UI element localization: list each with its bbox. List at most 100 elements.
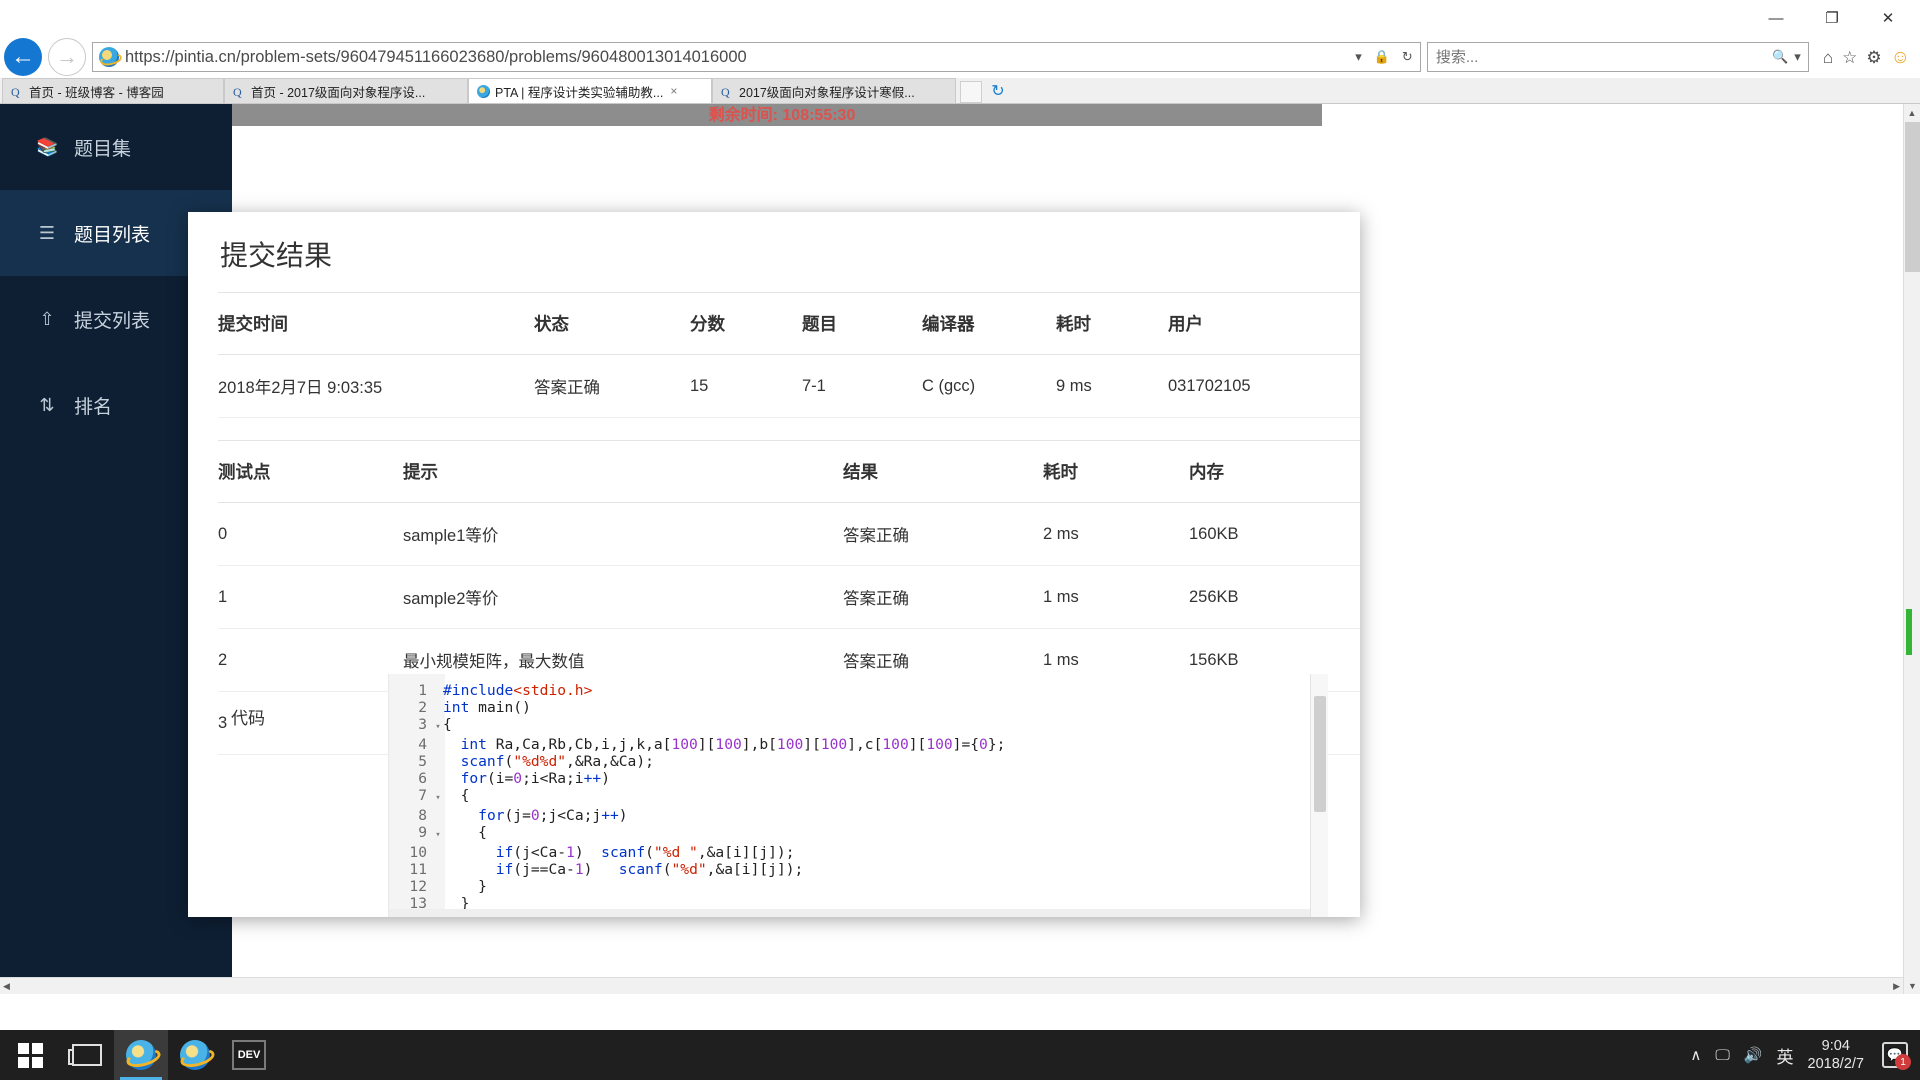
clock-time: 9:04 <box>1821 1038 1850 1054</box>
col-header-memory: 内存 <box>1189 440 1360 503</box>
sort-icon: ⇅ <box>39 394 55 415</box>
volume-icon[interactable]: 🔊 <box>1744 1046 1763 1064</box>
browser-tab-3-title: PTA | 程序设计类实验辅助教... <box>495 85 664 100</box>
scroll-right-arrow-icon[interactable]: ▶ <box>1893 981 1900 992</box>
upload-icon: ⇧ <box>39 308 55 329</box>
col-header-tp-duration: 耗时 <box>1043 440 1189 503</box>
cell-testpoint-memory: 160KB <box>1189 502 1360 566</box>
browser-titlebar: — ❐ ✕ <box>0 0 1920 36</box>
code-section: 代码 1 #include<stdio.h> 2 int main() 3 ▾{ 4 … <box>218 674 1360 917</box>
col-header-compiler: 编译器 <box>922 292 1056 355</box>
taskbar-app-dev-cpp[interactable]: DEV <box>222 1030 276 1080</box>
tab-close-icon[interactable]: × <box>670 84 677 98</box>
browser-tabstrip: 首页 - 班级博客 - 博客园 首页 - 2017级面向对象程序设... PTA… <box>0 78 1920 104</box>
table-row: 1 sample2等价 答案正确 1 ms 256KB <box>218 565 1360 629</box>
sidebar-item-problem-list-label: 题目列表 <box>74 224 151 246</box>
browser-tab-2[interactable]: 首页 - 2017级面向对象程序设... <box>224 78 468 103</box>
search-box[interactable]: 🔍 ▾ <box>1426 42 1809 72</box>
code-vertical-scrollbar[interactable] <box>1310 674 1328 917</box>
countdown-label: 剩余时间: 108:55:30 <box>708 107 856 124</box>
testpoint-table-header-row: 测试点 提示 结果 耗时 内存 <box>218 440 1360 503</box>
cell-score: 15 <box>690 354 802 418</box>
favorites-icon[interactable]: ☆ <box>1842 49 1857 66</box>
cell-compiler: C (gcc) <box>922 354 1056 418</box>
address-bar-text[interactable]: https://pintia.cn/problem-sets/960479451… <box>125 48 1346 67</box>
minimize-button[interactable]: — <box>1748 0 1804 36</box>
tab-refresh-icon[interactable]: ↻ <box>986 79 1010 103</box>
address-bar[interactable]: https://pintia.cn/problem-sets/960479451… <box>92 42 1421 72</box>
cell-testpoint-duration: 2 ms <box>1043 502 1189 566</box>
tray-chevron-up-icon[interactable]: ∧ <box>1690 1046 1701 1064</box>
taskbar-app-internet-explorer-2[interactable] <box>168 1030 222 1080</box>
problem-link[interactable]: 7-1 <box>802 354 922 418</box>
cell-submit-time: 2018年2月7日 9:03:35 <box>218 354 534 418</box>
taskbar-clock[interactable]: 9:04 2018/2/7 <box>1808 1037 1868 1073</box>
code-content[interactable]: 1 #include<stdio.h> 2 int main() 3 ▾{ 4 int… <box>389 682 1005 912</box>
sidebar-item-submission-list-label: 提交列表 <box>74 310 151 332</box>
task-view-icon <box>68 1044 102 1066</box>
books-icon: 📚 <box>36 136 59 157</box>
search-icon[interactable]: 🔍 <box>1769 49 1791 65</box>
clock-date: 2018/2/7 <box>1807 1056 1864 1072</box>
col-header-user: 用户 <box>1168 292 1360 355</box>
browser-tab-3[interactable]: PTA | 程序设计类实验辅助教... × <box>468 78 712 103</box>
taskbar-app-internet-explorer-1[interactable] <box>114 1030 168 1080</box>
search-input[interactable] <box>1435 48 1770 66</box>
smiley-icon[interactable]: ☺ <box>1891 48 1910 67</box>
search-chevron-down-icon[interactable]: ▾ <box>1791 49 1804 65</box>
task-view-button[interactable] <box>60 1030 114 1080</box>
page-viewport: 剩余时间: 108:55:30 📚 题目集 ☰ 题目列表 ⇧ 提交列表 ⇅ 排名… <box>0 104 1920 994</box>
submission-table: 提交时间 状态 分数 题目 编译器 耗时 用户 2018年2月7日 9:03:3… <box>218 292 1360 418</box>
start-button[interactable] <box>0 1030 60 1080</box>
close-button[interactable]: ✕ <box>1860 0 1916 36</box>
ime-indicator[interactable]: 英 <box>1777 1043 1794 1068</box>
code-horizontal-scrollbar[interactable] <box>389 909 1311 917</box>
page-scroll-thumb[interactable] <box>1905 122 1920 272</box>
notification-count-badge: 1 <box>1895 1054 1911 1070</box>
ie-icon <box>180 1040 210 1070</box>
notification-center-button[interactable]: 💬 1 <box>1882 1042 1911 1070</box>
page-horizontal-scrollbar[interactable]: ◀ ▶ <box>0 977 1903 994</box>
table-row: 0 sample1等价 答案正确 2 ms 160KB <box>218 502 1360 566</box>
col-header-hint: 提示 <box>403 440 843 503</box>
submission-table-header-row: 提交时间 状态 分数 题目 编译器 耗时 用户 <box>218 292 1360 355</box>
browser-tab-1[interactable]: 首页 - 班级博客 - 博客园 <box>2 78 224 103</box>
system-tray: ∧ 🖵 🔊 英 9:04 2018/2/7 💬 1 <box>1690 1037 1920 1073</box>
scroll-down-arrow-icon[interactable]: ▼ <box>1904 977 1920 994</box>
sidebar-item-problem-sets-label: 题目集 <box>74 138 132 160</box>
scroll-left-arrow-icon[interactable]: ◀ <box>3 981 10 992</box>
col-header-score: 分数 <box>690 292 802 355</box>
submission-result-card: 提交结果 提交时间 状态 分数 题目 编译器 耗时 用户 2018年2月7日 9… <box>188 212 1360 917</box>
sidebar-item-ranking-label: 排名 <box>74 396 113 418</box>
list-icon: ☰ <box>38 222 56 243</box>
home-icon[interactable]: ⌂ <box>1823 49 1833 66</box>
back-button[interactable]: ← <box>4 38 42 76</box>
maximize-button[interactable]: ❐ <box>1804 0 1860 36</box>
gear-icon[interactable]: ⚙ <box>1866 49 1881 66</box>
chevron-down-icon[interactable]: ▾ <box>1352 49 1365 65</box>
dev-icon: DEV <box>232 1040 266 1070</box>
scroll-marker <box>1906 609 1912 655</box>
new-tab-button[interactable] <box>960 81 982 103</box>
browser-tab-4[interactable]: 2017级面向对象程序设计寒假... <box>712 78 956 103</box>
browser-tab-2-title: 首页 - 2017级面向对象程序设... <box>251 85 426 100</box>
browser-navbar: ← → https://pintia.cn/problem-sets/96047… <box>0 36 1920 78</box>
cell-user: 031702105 <box>1168 354 1360 418</box>
sidebar-item-problem-sets[interactable]: 📚 题目集 <box>0 104 232 190</box>
scroll-up-arrow-icon[interactable]: ▲ <box>1904 104 1920 121</box>
col-header-time: 提交时间 <box>218 292 534 355</box>
status-badge: 答案正确 <box>843 502 1043 566</box>
code-scroll-thumb[interactable] <box>1314 696 1326 812</box>
col-header-testpoint: 测试点 <box>218 440 403 503</box>
ie-favicon-icon <box>477 84 490 98</box>
page-scrollbar[interactable]: ▲ ▼ <box>1903 104 1920 994</box>
col-header-status: 状态 <box>534 292 690 355</box>
ie-icon <box>126 1040 156 1070</box>
cell-testpoint-index: 1 <box>218 565 403 629</box>
blog-favicon-icon <box>721 85 734 98</box>
cell-duration: 9 ms <box>1056 354 1168 418</box>
refresh-icon[interactable]: ↻ <box>1399 49 1416 65</box>
forward-button[interactable]: → <box>48 38 86 76</box>
network-icon[interactable]: 🖵 <box>1715 1047 1729 1064</box>
code-viewer[interactable]: 1 #include<stdio.h> 2 int main() 3 ▾{ 4 int… <box>388 674 1328 917</box>
